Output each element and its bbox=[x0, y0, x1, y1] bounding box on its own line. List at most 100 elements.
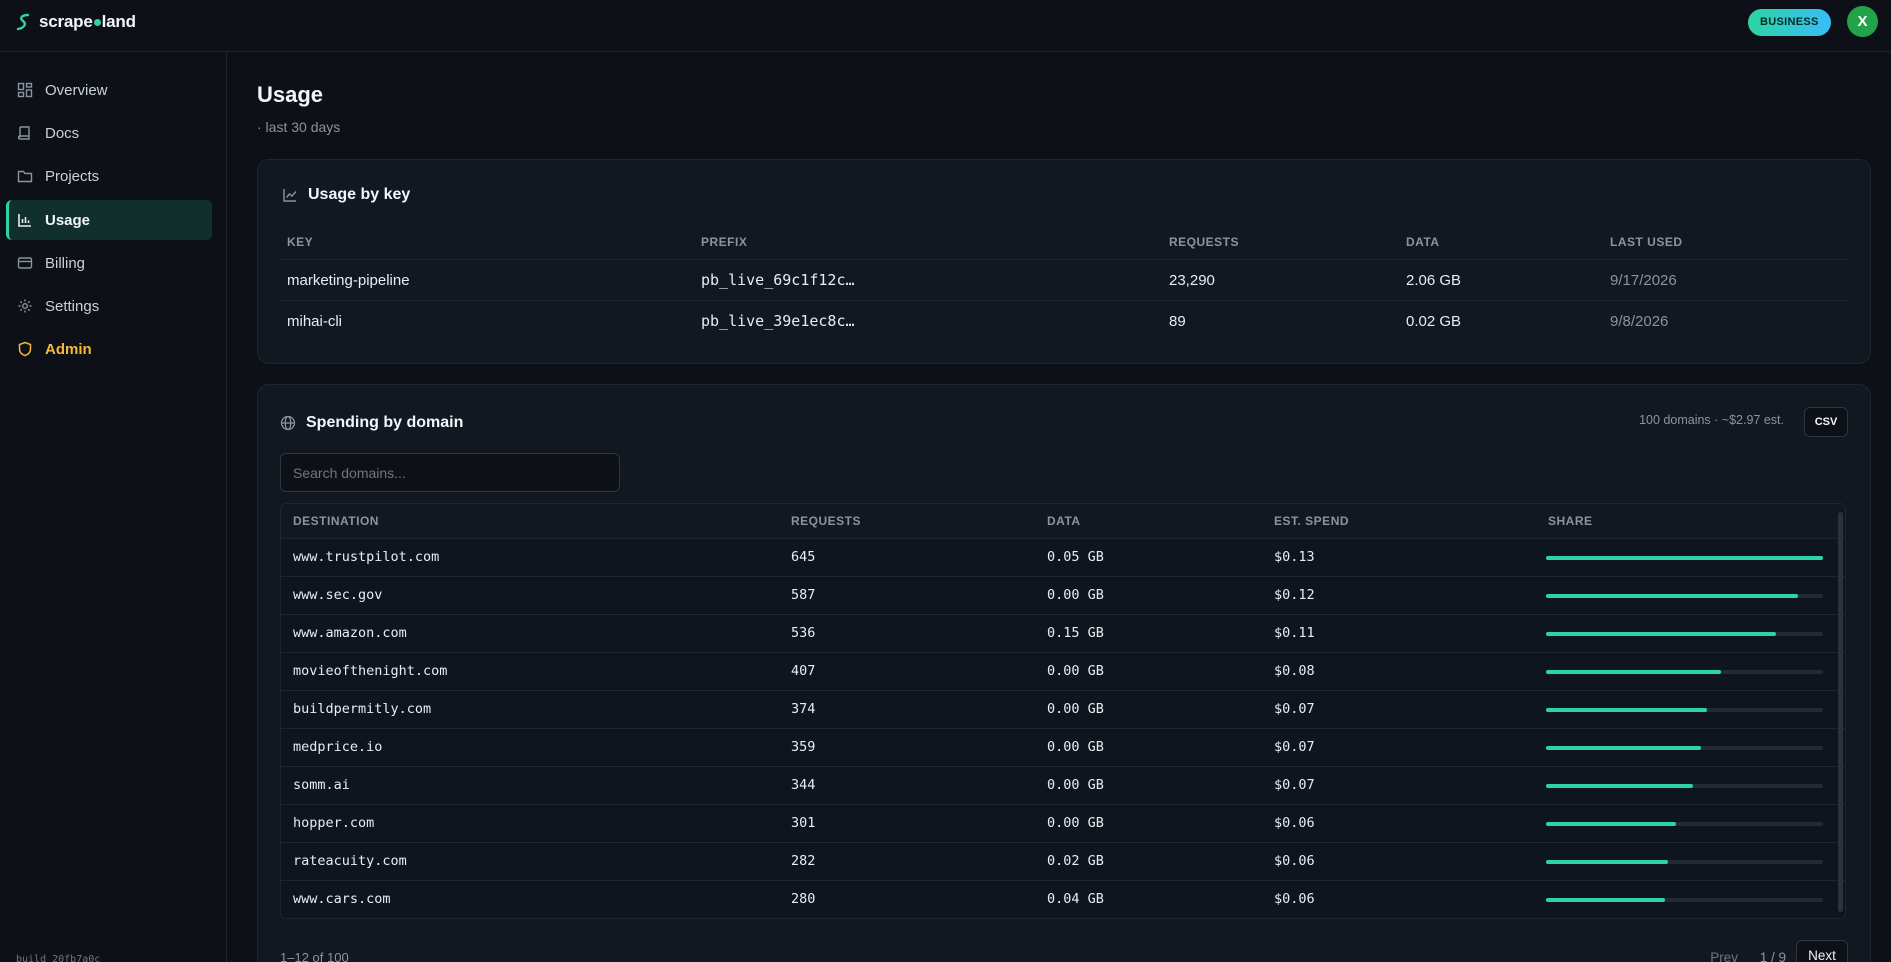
domain-spend: $0.13 bbox=[1274, 549, 1315, 565]
share-bar-fill bbox=[1546, 670, 1721, 674]
domain-data: 0.00 GB bbox=[1047, 777, 1104, 793]
share-bar bbox=[1546, 708, 1823, 712]
domain-destination: www.amazon.com bbox=[293, 625, 407, 641]
table-row[interactable]: www.trustpilot.com 645 0.05 GB $0.13 bbox=[281, 539, 1845, 577]
csv-export-button[interactable]: CSV bbox=[1804, 407, 1848, 437]
table-row[interactable]: buildpermitly.com 374 0.00 GB $0.07 bbox=[281, 691, 1845, 729]
domain-data: 0.00 GB bbox=[1047, 815, 1104, 831]
share-bar-fill bbox=[1546, 632, 1776, 636]
sidebar-item-label: Settings bbox=[45, 297, 100, 315]
domain-requests: 374 bbox=[791, 701, 816, 717]
sidebar: Overview Docs Projects Usage Billing Set… bbox=[0, 52, 227, 962]
table-header: DESTINATION REQUESTS DATA EST. SPEND SHA… bbox=[281, 504, 1845, 539]
key-requests: 23,290 bbox=[1169, 272, 1215, 289]
sidebar-item-label: Docs bbox=[45, 124, 80, 142]
domain-destination: rateacuity.com bbox=[293, 853, 407, 869]
shield-icon bbox=[18, 341, 32, 357]
domain-spend: $0.11 bbox=[1274, 625, 1315, 641]
brand-logo[interactable]: scrape land bbox=[14, 12, 136, 32]
key-requests: 89 bbox=[1169, 313, 1186, 330]
column-header[interactable]: LAST USED bbox=[1610, 224, 1683, 260]
key-prefix: pb_live_69c1f12c… bbox=[701, 271, 855, 289]
sidebar-item-billing[interactable]: Billing bbox=[6, 243, 212, 283]
share-bar-fill bbox=[1546, 746, 1701, 750]
column-header[interactable]: DATA bbox=[1406, 224, 1440, 260]
share-bar-fill bbox=[1546, 594, 1798, 598]
domain-destination: www.trustpilot.com bbox=[293, 549, 440, 565]
table-row[interactable]: www.cars.com 280 0.04 GB $0.06 bbox=[281, 881, 1845, 918]
domain-data: 0.00 GB bbox=[1047, 739, 1104, 755]
spending-by-domain-title: Spending by domain bbox=[280, 414, 463, 432]
table-row[interactable]: movieofthenight.com 407 0.00 GB $0.08 bbox=[281, 653, 1845, 691]
domain-requests: 280 bbox=[791, 891, 816, 907]
domain-data: 0.00 GB bbox=[1047, 663, 1104, 679]
sidebar-item-admin[interactable]: Admin bbox=[6, 329, 212, 369]
domain-data: 0.00 GB bbox=[1047, 701, 1104, 717]
key-name: marketing-pipeline bbox=[287, 272, 410, 289]
plan-badge[interactable]: BUSINESS bbox=[1748, 9, 1831, 36]
domain-requests: 587 bbox=[791, 587, 816, 603]
domain-requests: 645 bbox=[791, 549, 816, 565]
domain-destination: hopper.com bbox=[293, 815, 375, 831]
column-header[interactable]: SHARE bbox=[1548, 504, 1593, 539]
column-header[interactable]: PREFIX bbox=[701, 224, 747, 260]
column-header[interactable]: EST. SPEND bbox=[1274, 504, 1349, 539]
page-subtitle: · last 30 days bbox=[257, 119, 341, 135]
column-header[interactable]: REQUESTS bbox=[791, 504, 861, 539]
sidebar-item-settings[interactable]: Settings bbox=[6, 286, 212, 326]
credit-card-icon bbox=[17, 257, 33, 269]
domain-spend: $0.07 bbox=[1274, 777, 1315, 793]
domain-requests: 282 bbox=[791, 853, 816, 869]
sidebar-item-docs[interactable]: Docs bbox=[6, 113, 212, 153]
sidebar-item-overview[interactable]: Overview bbox=[6, 70, 212, 110]
share-bar-fill bbox=[1546, 822, 1676, 826]
domain-data: 0.02 GB bbox=[1047, 853, 1104, 869]
table-row[interactable]: www.sec.gov 587 0.00 GB $0.12 bbox=[281, 577, 1845, 615]
next-page-button[interactable]: Next bbox=[1796, 940, 1848, 962]
table-row[interactable]: mihai-cli pb_live_39e1ec8c… 89 0.02 GB 9… bbox=[281, 301, 1847, 342]
brand-name: scrape land bbox=[39, 12, 136, 31]
domain-spend: $0.07 bbox=[1274, 701, 1315, 717]
domain-spend: $0.06 bbox=[1274, 891, 1315, 907]
key-data: 0.02 GB bbox=[1406, 313, 1462, 330]
column-header[interactable]: DATA bbox=[1047, 504, 1081, 539]
sidebar-item-label: Admin bbox=[45, 340, 92, 358]
domain-data: 0.04 GB bbox=[1047, 891, 1104, 907]
top-bar: scrape land BUSINESS X bbox=[0, 0, 1891, 52]
table-row[interactable]: somm.ai 344 0.00 GB $0.07 bbox=[281, 767, 1845, 805]
pagination-count: 1–12 of 100 bbox=[280, 950, 349, 962]
prev-page-button[interactable]: Prev bbox=[1710, 950, 1738, 962]
usage-by-key-card: Usage by key KEY PREFIX REQUESTS DATA LA… bbox=[257, 159, 1871, 364]
domain-spend: $0.08 bbox=[1274, 663, 1315, 679]
table-row[interactable]: hopper.com 301 0.00 GB $0.06 bbox=[281, 805, 1845, 843]
domain-spend: $0.12 bbox=[1274, 587, 1315, 603]
domain-data: 0.05 GB bbox=[1047, 549, 1104, 565]
share-bar bbox=[1546, 898, 1823, 902]
key-last-used: 9/17/2026 bbox=[1610, 272, 1677, 289]
user-avatar[interactable]: X bbox=[1847, 6, 1878, 37]
table-row[interactable]: www.amazon.com 536 0.15 GB $0.11 bbox=[281, 615, 1845, 653]
domain-destination: www.sec.gov bbox=[293, 587, 383, 603]
column-header[interactable]: DESTINATION bbox=[293, 504, 379, 539]
domain-data: 0.15 GB bbox=[1047, 625, 1104, 641]
key-prefix: pb_live_39e1ec8c… bbox=[701, 312, 855, 330]
share-bar bbox=[1546, 784, 1823, 788]
gear-icon bbox=[18, 299, 32, 313]
domain-requests: 407 bbox=[791, 663, 816, 679]
column-header[interactable]: REQUESTS bbox=[1169, 224, 1239, 260]
sidebar-item-usage[interactable]: Usage bbox=[6, 200, 212, 240]
search-domains-input[interactable] bbox=[280, 453, 620, 492]
table-row[interactable]: marketing-pipeline pb_live_69c1f12c… 23,… bbox=[281, 260, 1847, 301]
table-row[interactable]: medprice.io 359 0.00 GB $0.07 bbox=[281, 729, 1845, 767]
spending-table: DESTINATION REQUESTS DATA EST. SPEND SHA… bbox=[280, 503, 1846, 919]
table-scrollbar[interactable] bbox=[1838, 512, 1843, 912]
share-bar bbox=[1546, 860, 1823, 864]
line-chart-icon bbox=[283, 189, 297, 202]
bar-chart-icon bbox=[18, 214, 31, 227]
spending-by-domain-card: Spending by domain 100 domains · ~$2.97 … bbox=[257, 384, 1871, 962]
table-row[interactable]: rateacuity.com 282 0.02 GB $0.06 bbox=[281, 843, 1845, 881]
column-header[interactable]: KEY bbox=[287, 224, 313, 260]
domain-destination: somm.ai bbox=[293, 777, 350, 793]
sidebar-item-projects[interactable]: Projects bbox=[6, 156, 212, 196]
share-bar bbox=[1546, 556, 1823, 560]
